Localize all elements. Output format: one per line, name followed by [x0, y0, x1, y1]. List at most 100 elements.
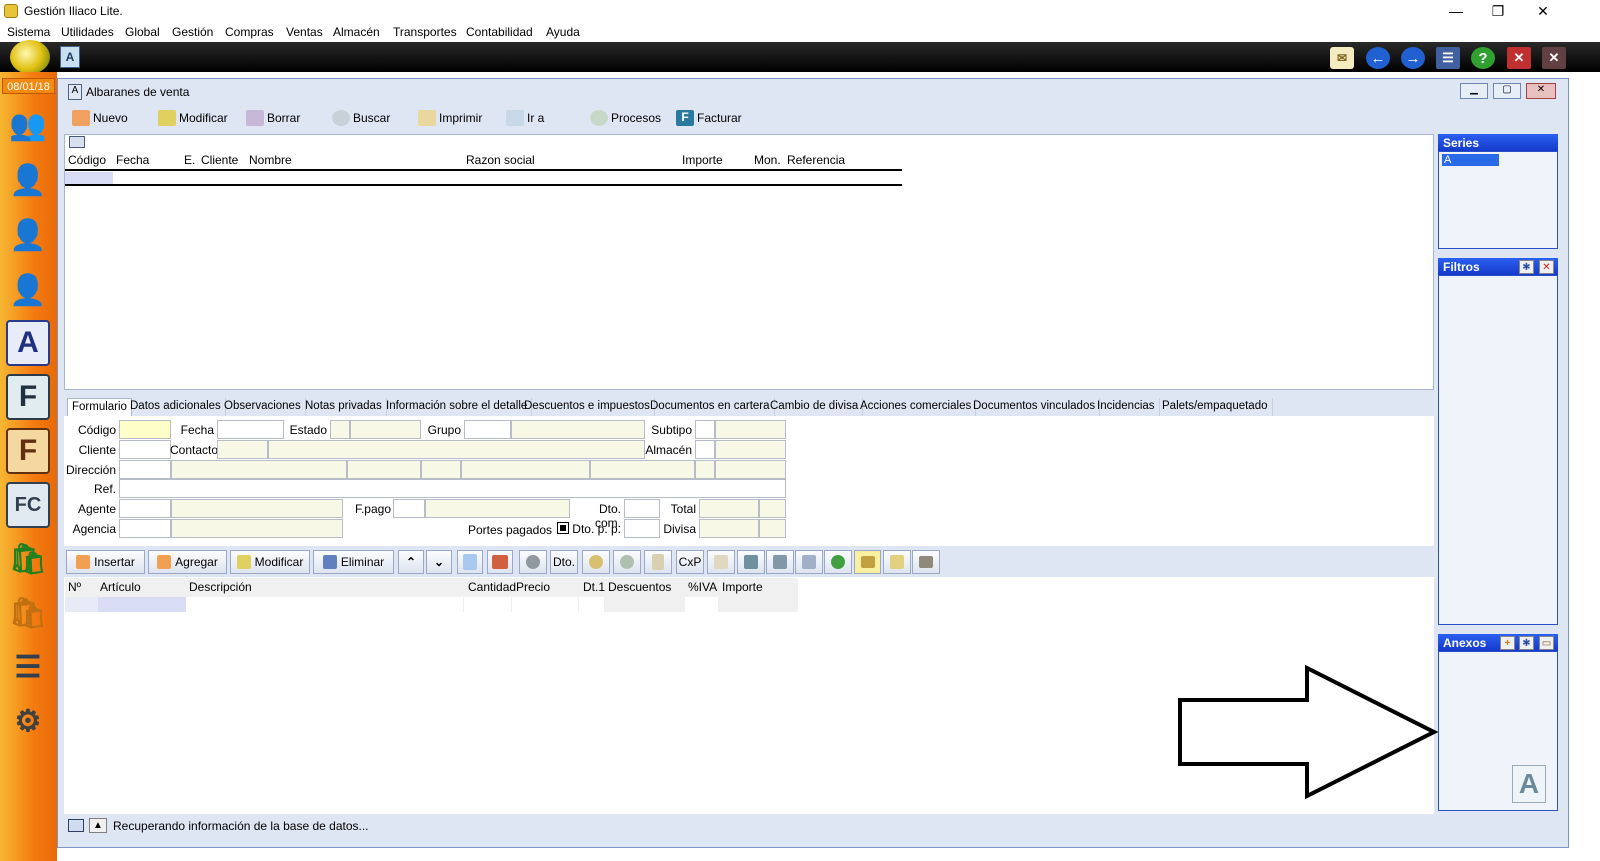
- dto-button[interactable]: Dto.: [550, 550, 578, 574]
- col-codigo[interactable]: Código: [68, 153, 106, 167]
- upload-button[interactable]: [737, 550, 765, 574]
- tab-informacion-detalle[interactable]: Información sobre el detalle: [382, 398, 533, 416]
- col-dt1[interactable]: Dt.1: [583, 580, 605, 594]
- subtipo-desc-field[interactable]: [715, 420, 786, 439]
- agencia-desc-field[interactable]: [171, 519, 343, 538]
- col-importe-linea[interactable]: Importe: [722, 580, 763, 594]
- box-button[interactable]: [795, 550, 823, 574]
- menu-compras[interactable]: Compras: [225, 25, 274, 39]
- agencia-code-field[interactable]: [119, 519, 171, 538]
- move-down-button[interactable]: ⌄: [426, 550, 452, 574]
- col-moneda[interactable]: Mon.: [754, 153, 781, 167]
- albaranes-a-icon[interactable]: A: [6, 320, 50, 366]
- col-cantidad[interactable]: Cantidad: [468, 580, 516, 594]
- green-bag-icon[interactable]: 🛍: [6, 536, 50, 582]
- col-iva[interactable]: %IVA: [688, 580, 717, 594]
- document-button[interactable]: [457, 550, 483, 574]
- menu-ventas[interactable]: Ventas: [286, 25, 323, 39]
- menu-global[interactable]: Global: [125, 25, 160, 39]
- facturar-button[interactable]: F Facturar: [676, 108, 742, 128]
- close-button[interactable]: ✕: [1521, 0, 1565, 22]
- eraser-button[interactable]: [912, 550, 940, 574]
- col-fecha[interactable]: Fecha: [116, 153, 149, 167]
- window-close-button[interactable]: ✕: [1526, 83, 1556, 99]
- poblacion-code-field[interactable]: [421, 460, 461, 479]
- cliente-field[interactable]: [119, 440, 171, 459]
- grid-settings-icon[interactable]: [69, 136, 85, 148]
- restore-button[interactable]: ❐: [1476, 0, 1520, 22]
- grupo-code-field[interactable]: [464, 420, 511, 439]
- filter-settings-icon[interactable]: ✱: [1519, 260, 1534, 274]
- nuevo-button[interactable]: Nuevo: [72, 108, 128, 128]
- almacen-code-field[interactable]: [695, 440, 715, 459]
- grid-row[interactable]: [65, 172, 902, 186]
- col-descuentos[interactable]: Descuentos: [608, 580, 671, 594]
- tab-observaciones[interactable]: Observaciones: [220, 398, 306, 416]
- hands-button[interactable]: [707, 550, 735, 574]
- borrar-button[interactable]: Borrar: [246, 108, 300, 128]
- modificar-linea-button[interactable]: Modificar: [230, 550, 310, 574]
- menu-transportes[interactable]: Transportes: [393, 25, 457, 39]
- col-articulo[interactable]: Artículo: [100, 580, 141, 594]
- group-users-icon[interactable]: 👥: [6, 102, 50, 148]
- tab-cambio-divisa[interactable]: Cambio de divisa: [766, 398, 864, 416]
- col-nombre[interactable]: Nombre: [249, 153, 292, 167]
- facturas-f-icon[interactable]: F: [6, 374, 50, 420]
- contact-button[interactable]: [824, 550, 852, 574]
- divisa-field[interactable]: [699, 519, 759, 538]
- fc-icon[interactable]: FC: [6, 482, 50, 528]
- coins-button[interactable]: [582, 550, 610, 574]
- contacto-code-field[interactable]: [217, 440, 268, 459]
- series-item[interactable]: A: [1442, 154, 1499, 166]
- anexo-settings-icon[interactable]: ✱: [1519, 636, 1534, 650]
- subtipo-code-field[interactable]: [695, 420, 715, 439]
- euro-button[interactable]: [613, 550, 641, 574]
- disc-button[interactable]: [519, 550, 547, 574]
- col-referencia[interactable]: Referencia: [787, 153, 845, 167]
- agente-desc-field[interactable]: [171, 499, 343, 518]
- tab-documentos-cartera[interactable]: Documentos en cartera: [646, 398, 775, 416]
- menu-ayuda[interactable]: Ayuda: [546, 25, 580, 39]
- poblacion-field[interactable]: [461, 460, 590, 479]
- col-descripcion[interactable]: Descripción: [189, 580, 252, 594]
- estado-code-field[interactable]: [330, 420, 350, 439]
- portes-pagados-checkbox[interactable]: [557, 522, 569, 534]
- tab-datos-adicionales[interactable]: Datos adicionales: [126, 398, 226, 416]
- cxp-button[interactable]: CxP: [676, 550, 704, 574]
- window-restore-button[interactable]: ▢: [1493, 83, 1521, 99]
- add-anexo-icon[interactable]: +: [1500, 636, 1515, 650]
- tab-formulario[interactable]: Formulario: [67, 398, 132, 416]
- col-importe[interactable]: Importe: [682, 153, 723, 167]
- provincia-field[interactable]: [590, 460, 695, 479]
- line-row[interactable]: [65, 597, 798, 612]
- contacto-desc-field[interactable]: [268, 440, 645, 459]
- menu-utilidades[interactable]: Utilidades: [61, 25, 114, 39]
- filter-clear-icon[interactable]: ✕: [1539, 260, 1554, 274]
- help-icon[interactable]: ?: [1471, 47, 1495, 69]
- expand-up-button[interactable]: ▲: [89, 818, 107, 833]
- insertar-button[interactable]: Insertar: [66, 550, 145, 574]
- almacen-desc-field[interactable]: [715, 440, 786, 459]
- clipboard-button[interactable]: [644, 550, 672, 574]
- close-all-icon[interactable]: ✕: [1542, 47, 1566, 69]
- fpago-code-field[interactable]: [393, 499, 425, 518]
- list-icon[interactable]: ☰: [6, 644, 50, 690]
- back-arrow-icon[interactable]: ←: [1366, 47, 1390, 69]
- tab-acciones-comerciales[interactable]: Acciones comerciales: [856, 398, 977, 416]
- grupo-desc-field[interactable]: [511, 420, 645, 439]
- menu-contabilidad[interactable]: Contabilidad: [466, 25, 533, 39]
- fecha-field[interactable]: [217, 420, 284, 439]
- tab-incidencias[interactable]: Incidencias: [1093, 398, 1160, 416]
- direccion-field[interactable]: [171, 460, 347, 479]
- recycle-button[interactable]: [766, 550, 794, 574]
- books-button[interactable]: [487, 550, 513, 574]
- col-n[interactable]: Nº: [68, 580, 81, 594]
- menu-sistema[interactable]: Sistema: [7, 25, 50, 39]
- orange-bag-icon[interactable]: 🛍: [6, 590, 50, 636]
- minimize-button[interactable]: —: [1434, 0, 1478, 22]
- forward-arrow-icon[interactable]: →: [1401, 47, 1425, 69]
- image-button[interactable]: [854, 550, 881, 574]
- codigo-field[interactable]: [119, 420, 171, 439]
- window-minimize-button[interactable]: ▁: [1460, 83, 1488, 99]
- agente-code-field[interactable]: [119, 499, 171, 518]
